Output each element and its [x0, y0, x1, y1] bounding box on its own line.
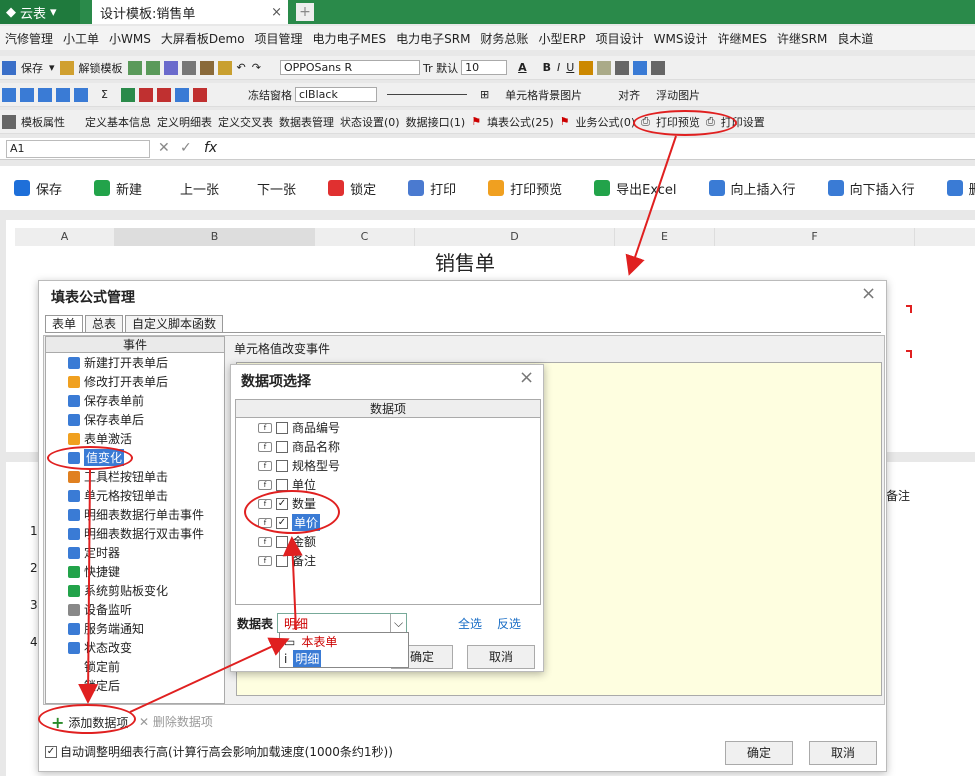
arrow-to-datatable	[129, 637, 290, 713]
arrow-to-dialog	[625, 135, 677, 276]
annotation-arrows	[78, 135, 677, 713]
arrow-to-items	[282, 536, 303, 631]
arrow-to-add	[78, 469, 99, 704]
